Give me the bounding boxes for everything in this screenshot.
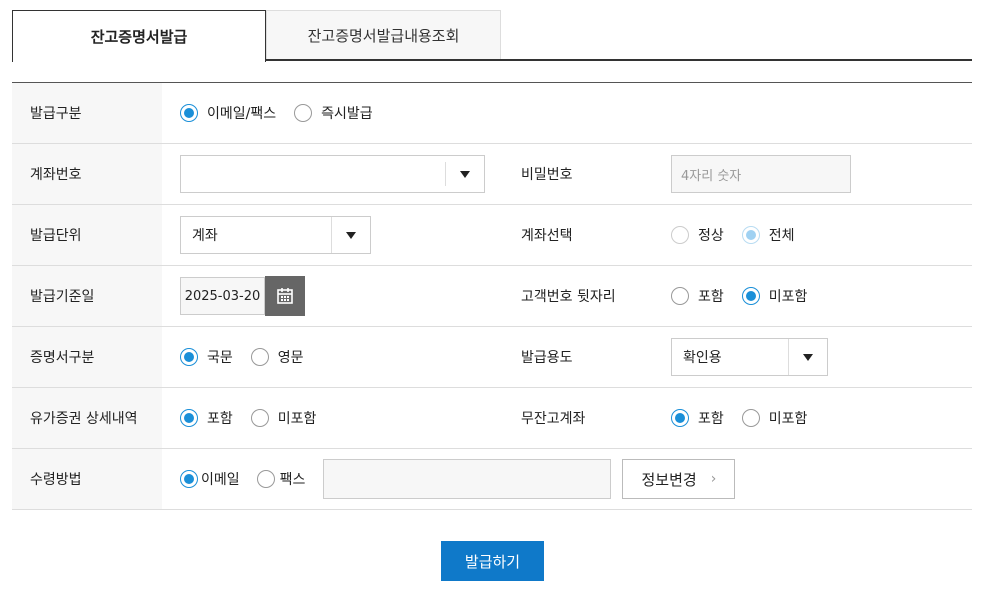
row-base-date: 발급기준일 2025-03-20 고객번호 뒷자리 포함 미포함 xyxy=(12,266,972,327)
calendar-icon xyxy=(277,288,293,304)
cert-type-label: 증명서구분 xyxy=(12,327,162,387)
receive-address-input[interactable] xyxy=(323,459,612,499)
issue-form: 발급구분 이메일/팩스 즉시발급 계좌번호 비밀번호 4자리 숫자 발급단위 계… xyxy=(12,82,972,510)
chevron-down-icon xyxy=(460,170,470,178)
chevron-down-icon xyxy=(346,231,356,239)
chevron-down-icon xyxy=(803,353,813,361)
radio-label: 전체 xyxy=(768,228,795,244)
chevron-right-icon: › xyxy=(710,471,717,487)
radio-unchecked-icon xyxy=(294,104,313,122)
issue-type-email-fax-radio[interactable]: 이메일/팩스 xyxy=(180,103,276,123)
securities-detail-label: 유가증권 상세내역 xyxy=(12,388,162,448)
purpose-label: 발급용도 xyxy=(504,327,653,387)
base-date-label: 발급기준일 xyxy=(12,266,162,326)
row-securities-detail: 유가증권 상세내역 포함 미포함 무잔고계좌 포함 미포함 xyxy=(12,388,972,449)
securities-detail-exclude-radio[interactable]: 미포함 xyxy=(250,408,317,428)
securities-detail-include-radio[interactable]: 포함 xyxy=(180,408,233,428)
tab-issue-history[interactable]: 잔고증명서발급내용조회 xyxy=(266,10,501,60)
tab-divider xyxy=(266,59,972,61)
purpose-value: 확인용 xyxy=(683,350,722,366)
account-select-normal-radio[interactable]: 정상 xyxy=(671,225,724,245)
radio-label: 국문 xyxy=(207,350,233,366)
cust-suffix-label: 고객번호 뒷자리 xyxy=(504,266,653,326)
purpose-select[interactable]: 확인용 xyxy=(671,338,828,376)
row-issue-unit: 발급단위 계좌 계좌선택 정상 전체 xyxy=(12,205,972,266)
info-change-label: 정보변경 xyxy=(641,470,697,489)
radio-unchecked-icon xyxy=(671,226,689,244)
radio-checked-icon xyxy=(180,409,198,427)
row-receive-method: 수령방법 이메일 팩스 정보변경 › xyxy=(12,449,972,510)
password-label: 비밀번호 xyxy=(504,144,653,204)
radio-checked-icon xyxy=(180,348,198,366)
issue-unit-value: 계좌 xyxy=(192,228,218,244)
radio-checked-icon xyxy=(671,409,689,427)
radio-unchecked-icon xyxy=(741,409,760,427)
row-issue-type: 발급구분 이메일/팩스 즉시발급 xyxy=(12,83,972,144)
radio-label: 포함 xyxy=(207,411,233,427)
receive-method-label: 수령방법 xyxy=(12,449,162,509)
issue-type-label: 발급구분 xyxy=(12,83,162,143)
account-select-all-radio[interactable]: 전체 xyxy=(741,225,795,245)
radio-label: 미포함 xyxy=(768,411,808,427)
radio-checked-icon xyxy=(180,470,198,488)
cert-type-english-radio[interactable]: 영문 xyxy=(250,347,304,367)
issue-type-instant-radio[interactable]: 즉시발급 xyxy=(294,103,373,123)
zero-balance-label: 무잔고계좌 xyxy=(504,388,653,448)
zero-balance-exclude-radio[interactable]: 미포함 xyxy=(741,408,808,428)
issue-unit-label: 발급단위 xyxy=(12,205,162,265)
radio-unchecked-icon xyxy=(250,348,269,366)
password-placeholder: 4자리 숫자 xyxy=(681,168,742,184)
radio-unchecked-icon xyxy=(256,470,275,488)
dropdown-button[interactable] xyxy=(331,217,370,253)
account-select-label: 계좌선택 xyxy=(504,205,653,265)
issue-submit-button[interactable]: 발급하기 xyxy=(441,541,544,581)
account-no-select[interactable] xyxy=(180,155,485,193)
radio-label: 팩스 xyxy=(279,472,306,488)
radio-label: 미포함 xyxy=(277,411,317,427)
cert-type-korean-radio[interactable]: 국문 xyxy=(180,347,233,367)
tab-issue[interactable]: 잔고증명서발급 xyxy=(12,10,266,62)
radio-label: 정상 xyxy=(698,228,724,244)
radio-checked-icon xyxy=(741,287,760,305)
cust-suffix-include-radio[interactable]: 포함 xyxy=(671,286,724,306)
radio-checked-icon xyxy=(180,104,198,122)
password-input[interactable]: 4자리 숫자 xyxy=(671,155,851,193)
radio-label: 영문 xyxy=(277,350,304,366)
account-no-label: 계좌번호 xyxy=(12,144,162,204)
radio-unchecked-icon xyxy=(671,287,689,305)
info-change-button[interactable]: 정보변경 › xyxy=(622,459,736,499)
radio-label: 포함 xyxy=(698,411,724,427)
radio-label: 미포함 xyxy=(768,289,808,305)
issue-unit-select[interactable]: 계좌 xyxy=(180,216,371,254)
radio-label: 포함 xyxy=(698,289,724,305)
radio-checked-icon xyxy=(741,226,760,244)
receive-email-radio[interactable]: 이메일 xyxy=(180,469,240,489)
cust-suffix-exclude-radio[interactable]: 미포함 xyxy=(741,286,808,306)
radio-label: 이메일 xyxy=(201,472,240,488)
dropdown-button[interactable] xyxy=(788,339,827,375)
radio-unchecked-icon xyxy=(250,409,269,427)
radio-label: 즉시발급 xyxy=(321,106,373,122)
dropdown-button[interactable] xyxy=(445,162,484,186)
row-account: 계좌번호 비밀번호 4자리 숫자 xyxy=(12,144,972,205)
radio-label: 이메일/팩스 xyxy=(207,106,277,122)
row-cert-type: 증명서구분 국문 영문 발급용도 확인용 xyxy=(12,327,972,388)
receive-fax-radio[interactable]: 팩스 xyxy=(256,469,306,489)
zero-balance-include-radio[interactable]: 포함 xyxy=(671,408,724,428)
tab-bar: 잔고증명서발급 잔고증명서발급내용조회 xyxy=(12,10,972,62)
base-date-input[interactable]: 2025-03-20 xyxy=(180,277,265,315)
calendar-button[interactable] xyxy=(265,276,305,316)
